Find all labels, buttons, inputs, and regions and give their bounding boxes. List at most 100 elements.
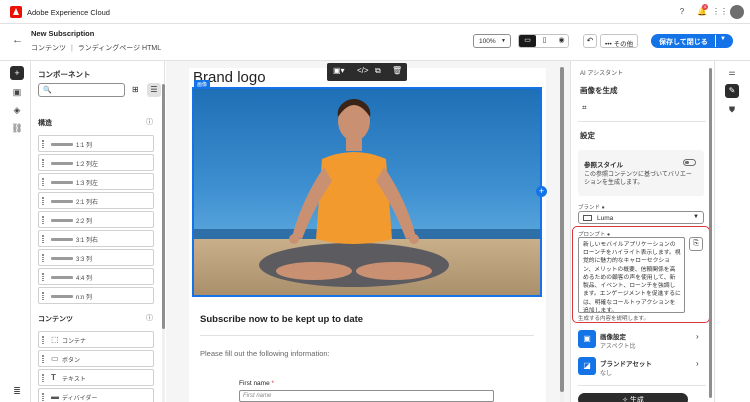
breadcrumb: コンテンツ | ランディングページ HTML (31, 43, 161, 53)
generate-image-title: 画像を生成 (580, 86, 618, 95)
content-item-button[interactable]: ▭ ボタン (38, 350, 154, 367)
brand-select[interactable]: Luma (578, 211, 704, 224)
assets-icon[interactable]: ▣ (10, 85, 24, 99)
adobe-logo-icon[interactable] (10, 6, 22, 18)
desktop-view-icon[interactable]: ▭ (519, 35, 536, 47)
required-mark: * (271, 380, 275, 387)
brand-kit-icon (583, 215, 592, 221)
prompt-library-icon[interactable]: ⎘ (689, 237, 703, 251)
image-component-tag: 画像 (194, 80, 211, 88)
structure-label: 3:3 列 (76, 257, 93, 263)
generate-image-icon[interactable]: ⌗ (582, 103, 587, 113)
drag-handle-icon[interactable] (42, 159, 44, 167)
apps-grid-icon[interactable]: ⋮⋮ (712, 5, 728, 19)
reference-style-title: 参照スタイル (584, 162, 623, 169)
prompt-textarea[interactable]: 新しいモバイルアプリケーションのローンチをハイライト表示します。視覚的に魅力的な… (578, 237, 685, 313)
settings-sliders-icon[interactable]: ≣ (10, 384, 24, 398)
mobile-view-icon[interactable]: ▯ (536, 35, 553, 47)
selected-image[interactable] (192, 87, 542, 297)
structure-item[interactable]: 3:3 列 (38, 249, 154, 266)
duplicate-icon[interactable]: ⧉ (375, 66, 381, 76)
first-name-label-text: First name (239, 380, 270, 387)
accessibility-icon[interactable]: ⛊ (725, 103, 739, 117)
chevron-right-icon[interactable]: › (696, 332, 699, 341)
properties-sliders-icon[interactable]: ⚌ (725, 66, 739, 80)
grid-view-icon[interactable]: ⊞ (132, 85, 139, 94)
drag-handle-icon[interactable] (42, 336, 44, 344)
drag-handle-icon[interactable] (42, 197, 44, 205)
structure-item[interactable]: n:n 列 (38, 287, 154, 304)
drag-handle-icon[interactable] (42, 273, 44, 281)
structure-bar-icon (51, 143, 73, 146)
brand-assets-sub: なし (600, 371, 613, 377)
chevron-down-icon[interactable]: ▼ (693, 214, 699, 220)
structure-item[interactable]: 4:4 列 (38, 268, 154, 285)
zoom-select[interactable]: 100% ▼ (473, 34, 511, 48)
help-icon[interactable]: ? (675, 5, 689, 19)
link-icon[interactable]: ⛓ (10, 121, 24, 135)
save-dropdown-chevron-icon[interactable]: ▼ (720, 36, 726, 42)
notification-badge: 4 (702, 4, 708, 10)
content-item-text[interactable]: T テキスト (38, 369, 154, 386)
drag-handle-icon[interactable] (42, 374, 44, 382)
document-title: New Subscription (31, 29, 95, 38)
component-search-input[interactable]: 🔍 (38, 83, 125, 97)
components-title: コンポーネント (38, 70, 91, 79)
more-button[interactable]: ••• その他 (600, 34, 638, 48)
add-components-icon[interactable]: + (10, 66, 24, 80)
delete-icon[interactable]: 🗑 (392, 66, 402, 75)
drag-handle-icon[interactable] (42, 140, 44, 148)
drag-handle-icon[interactable] (42, 178, 44, 186)
content-item-divider[interactable]: ▬ ディバイダー (38, 388, 154, 402)
ai-assistant-header: AI アシスタント (580, 71, 624, 77)
canvas-scrollbar-thumb[interactable] (560, 67, 564, 392)
drag-handle-icon[interactable] (42, 355, 44, 363)
layers-icon[interactable]: ◈ (10, 103, 24, 117)
structure-item[interactable]: 1:3 列左 (38, 173, 154, 190)
preview-eye-icon[interactable]: ◉ (553, 35, 570, 47)
content-section-header[interactable]: コンテンツ (38, 314, 73, 324)
info-icon[interactable]: ⓘ (146, 117, 153, 127)
structure-bar-icon (51, 219, 73, 222)
list-view-icon[interactable]: ☰ (147, 83, 161, 97)
structure-item[interactable]: 1:1 列 (38, 135, 154, 152)
structure-label: 3:1 列右 (76, 238, 99, 244)
generate-button[interactable]: ✧ 生成 (578, 393, 688, 402)
drag-handle-icon[interactable] (42, 254, 44, 262)
structure-label: 1:1 列 (76, 143, 93, 149)
drag-handle-icon[interactable] (42, 393, 44, 401)
subscribe-heading[interactable]: Subscribe now to be kept up to date (200, 314, 363, 325)
first-name-field[interactable]: First name (239, 390, 494, 402)
structure-item[interactable]: 2:1 列右 (38, 192, 154, 209)
drag-handle-icon[interactable] (42, 216, 44, 224)
drag-handle-icon[interactable] (42, 235, 44, 243)
structure-bar-icon (51, 276, 73, 279)
undo-icon[interactable]: ↶ (583, 34, 597, 48)
content-item-container[interactable]: ⬚ コンテナ (38, 331, 154, 348)
form-instructions[interactable]: Please fill out the following informatio… (200, 349, 330, 358)
breadcrumb-content[interactable]: コンテンツ (31, 45, 66, 52)
zoom-value: 100% (479, 38, 496, 45)
structure-bar-icon (51, 257, 73, 260)
structure-item[interactable]: 1:2 列左 (38, 154, 154, 171)
structure-section-header[interactable]: 構造 (38, 118, 52, 128)
image-options-icon[interactable]: ▣▾ (333, 66, 345, 75)
yoga-image (194, 89, 540, 295)
drag-handle-icon[interactable] (42, 292, 44, 300)
ai-assistant-icon[interactable]: ✎ (725, 84, 739, 98)
brand-assets-title[interactable]: ブランドアセット (600, 358, 652, 368)
code-icon[interactable]: </> (357, 66, 369, 75)
chevron-right-icon[interactable]: › (696, 359, 699, 368)
back-arrow-icon[interactable]: ← (12, 34, 23, 46)
structure-bar-icon (51, 200, 73, 203)
chevron-down-icon: ▼ (501, 38, 506, 44)
reference-style-toggle[interactable] (683, 159, 696, 166)
structure-item[interactable]: 3:1 列右 (38, 230, 154, 247)
components-scrollbar-thumb[interactable] (162, 84, 165, 329)
structure-item[interactable]: 2:2 列 (38, 211, 154, 228)
avatar[interactable] (730, 5, 744, 19)
info-icon[interactable]: ⓘ (146, 313, 153, 323)
image-settings-title[interactable]: 画像設定 (600, 331, 626, 341)
add-block-plus-icon[interactable]: + (536, 186, 547, 197)
panel-scrollbar[interactable] (709, 68, 712, 398)
